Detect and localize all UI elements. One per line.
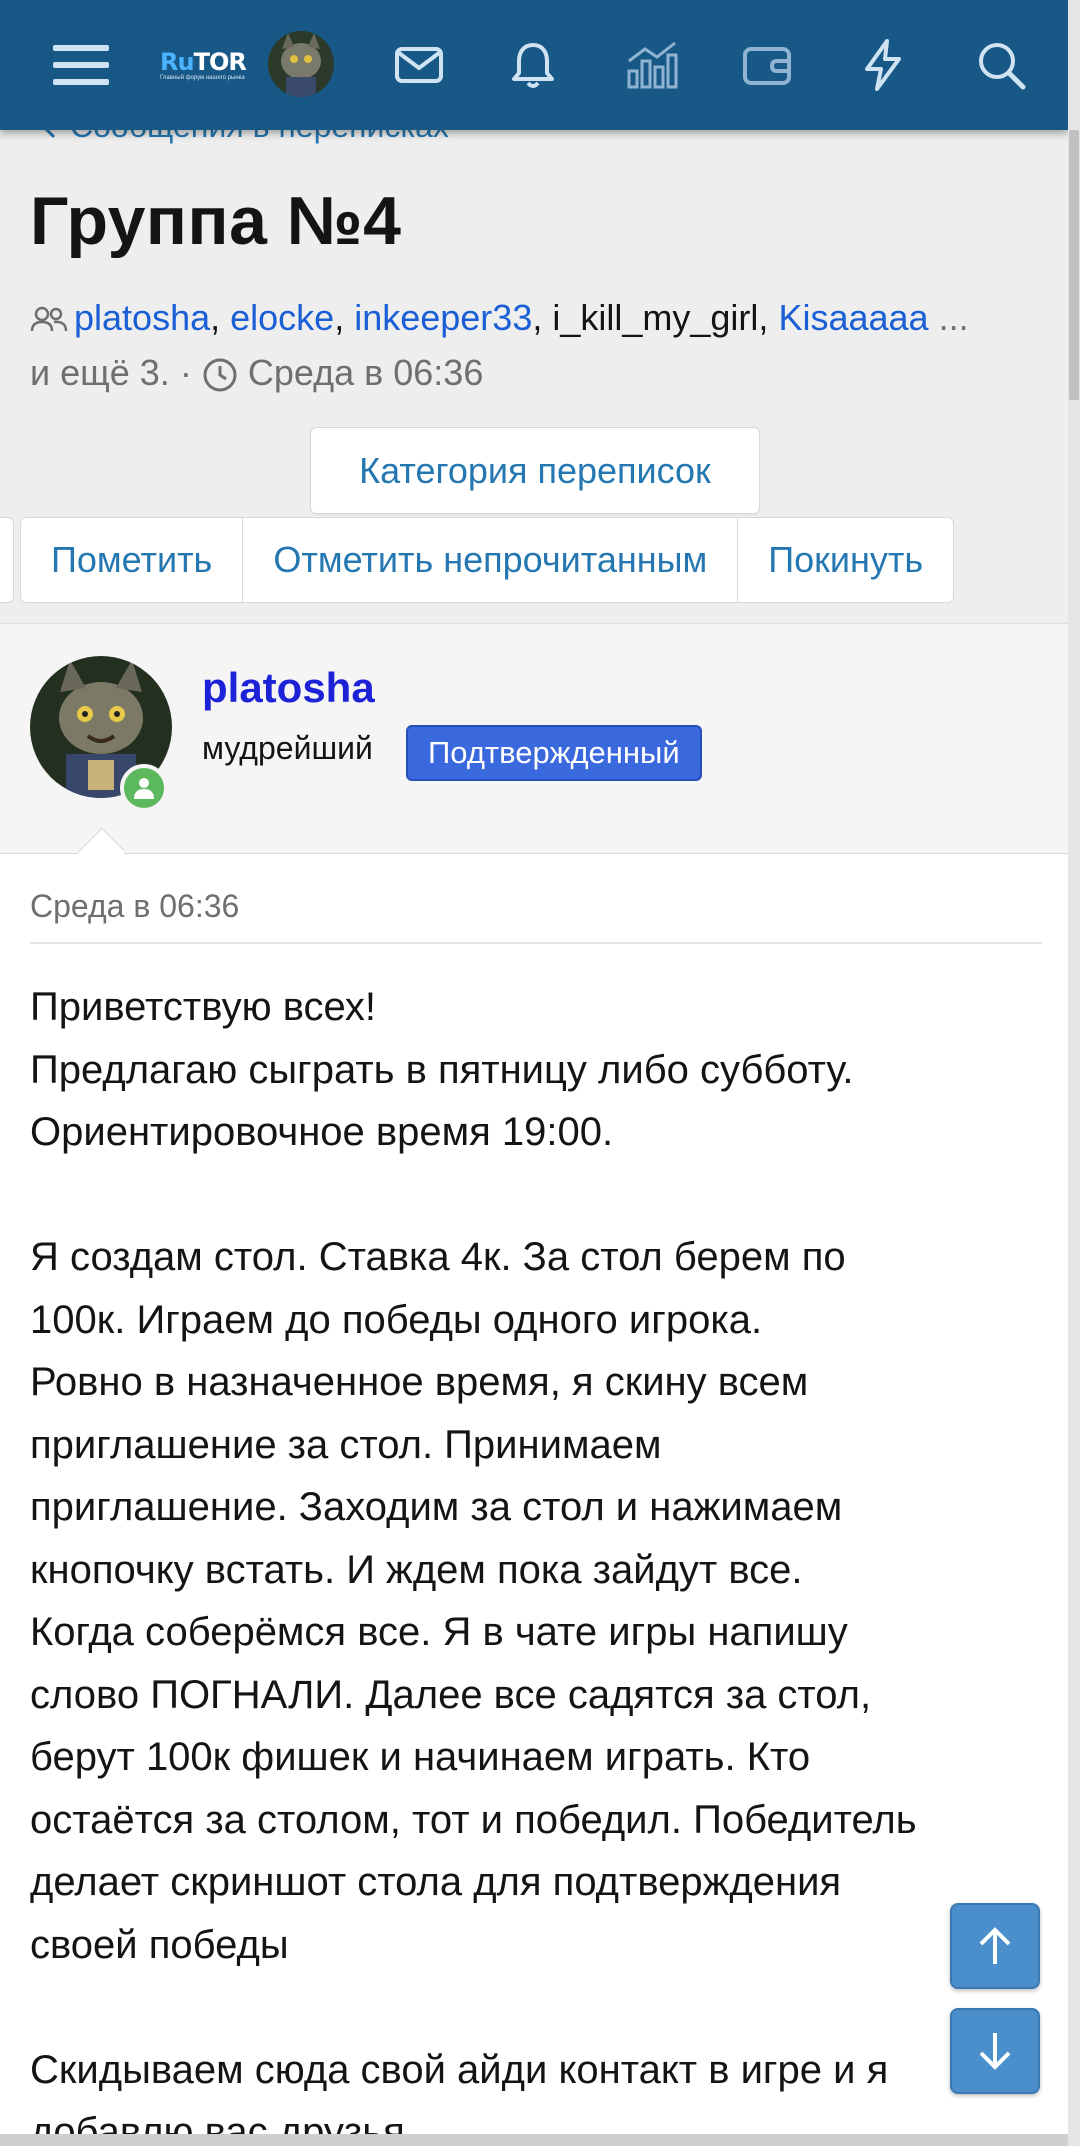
scroll-bottom-button[interactable] [950,2008,1040,2094]
online-status-icon [120,764,168,812]
participant-link[interactable]: platosha [74,297,210,338]
bell-icon[interactable] [488,0,578,130]
more-participants[interactable]: и ещё 3. [30,352,170,393]
user-badge: Подтвержденный [406,725,702,781]
arrow-down-icon [979,2033,1011,2070]
chart-icon[interactable] [606,0,696,130]
meta-separator: · [179,352,192,393]
mark-button[interactable]: Пометить [21,518,244,602]
message-text: Приветствую всех! Предлагаю сыграть в пя… [30,985,917,2146]
top-navbar: RuTOR Главный форум нашего рынка [0,0,1068,130]
participant-link[interactable]: elocke [230,297,334,338]
action-bar-overflow-edge[interactable] [0,517,14,603]
participant-link[interactable]: inkeeper33 [354,297,532,338]
divider [30,942,1042,944]
participant-name[interactable]: i_kill_my_girl [552,297,758,338]
conversation-date: Среда в 06:36 [247,352,484,393]
post-date[interactable]: Среда в 06:36 [30,888,239,925]
post-arrow [78,827,124,855]
site-logo[interactable]: RuTOR Главный форум нашего рынка [160,50,247,84]
leave-button[interactable]: Покинуть [738,518,953,602]
user-title: мудрейший [202,730,373,766]
scrollbar-thumb[interactable] [1069,130,1079,400]
horizontal-scrollbar[interactable] [0,2134,1068,2146]
lightning-icon[interactable] [838,0,928,130]
participant-link[interactable]: Kisaaaaa [778,297,928,338]
message-body: Среда в 06:36 Приветствую всех! Предлага… [0,853,1068,2146]
action-bar: Пометить Отметить непрочитанным Покинуть [20,517,955,603]
users-icon [30,307,68,332]
wallet-icon[interactable] [722,0,812,130]
mark-unread-button[interactable]: Отметить непрочитанным [243,518,739,602]
user-avatar-nav[interactable] [268,31,334,97]
arrow-up-icon [979,1927,1011,1964]
participants-list: platosha, elocke, inkeeper33, i_kill_my_… [30,297,969,393]
clock-icon [203,358,237,392]
mail-icon[interactable] [374,0,464,130]
vertical-scrollbar[interactable] [1068,0,1080,2146]
search-icon[interactable] [956,0,1046,130]
category-button[interactable]: Категория переписок [310,427,760,514]
post-username[interactable]: platosha [202,664,375,712]
post-user-block: platosha мудрейший Подтвержденный [0,623,1068,853]
scroll-top-button[interactable] [950,1903,1040,1989]
menu-icon[interactable] [36,0,126,130]
page-title: Группа №4 [30,183,402,259]
